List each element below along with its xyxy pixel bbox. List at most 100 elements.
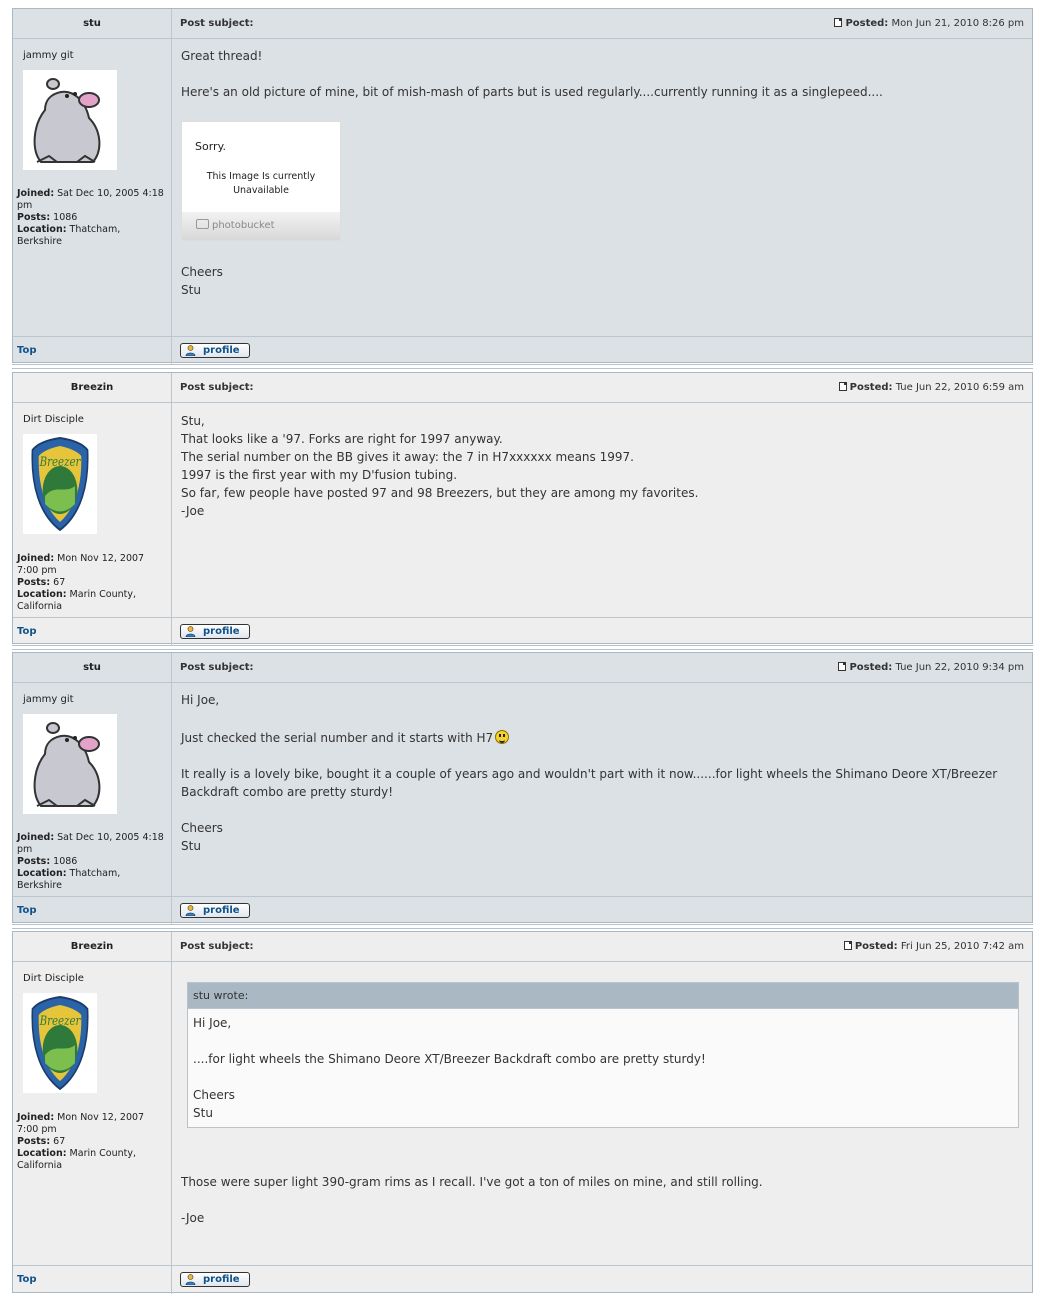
user-rank: Dirt Disciple [23,973,84,984]
post-date: Posted: Fri Jun 25, 2010 7:42 am [843,932,1024,962]
post-date: Posted: Tue Jun 22, 2010 6:59 am [838,373,1024,403]
joined-label: Joined: [17,553,55,564]
profile-info: Joined: Sat Dec 10, 2005 4:18 pm Posts: … [17,188,167,248]
joined-label: Joined: [17,1112,55,1123]
posted-date: Mon Jun 21, 2010 8:26 pm [891,18,1025,29]
profile-button[interactable]: profile [180,624,250,639]
posted-label: Posted: [849,662,893,673]
profile-button-label: profile [203,905,240,916]
top-link[interactable]: Top [17,1274,37,1285]
post-text: It really is a lovely bike, bought it a … [181,767,998,781]
post-body: Great thread! Here's an old picture of m… [181,47,1022,101]
profile-button[interactable]: profile [180,343,250,358]
footer-left: Top [13,897,172,925]
profile-info: Joined: Mon Nov 12, 2007 7:00 pm Posts: … [17,553,167,613]
quote-block: stu wrote: Hi Joe, ....for light wheels … [187,982,1019,1128]
footer-left: Top [13,337,172,365]
post-header: Breezin Post subject: Posted: Fri Jun 25… [13,932,1032,962]
posted-label: Posted: [849,382,893,393]
post-header: Breezin Post subject: Posted: Tue Jun 22… [13,373,1032,403]
post-text: So far, few people have posted 97 and 98… [181,486,699,500]
posted-date: Tue Jun 22, 2010 9:34 pm [895,662,1025,673]
top-link[interactable]: Top [17,626,37,637]
post-text: Stu, [181,414,205,428]
post-4: Breezin Post subject: Posted: Fri Jun 25… [12,931,1033,1294]
post-3: stu Post subject: Posted: Tue Jun 22, 20… [12,652,1033,925]
post-icon[interactable] [834,18,843,27]
top-link[interactable]: Top [17,905,37,916]
quote-text: Hi Joe, [193,1016,232,1030]
top-link[interactable]: Top [17,345,37,356]
posts-label: Posts: [17,856,51,867]
post-author[interactable]: Breezin [13,932,172,962]
quote-text: ....for light wheels the Shimano Deore X… [193,1052,706,1066]
profile-button[interactable]: profile [180,1272,250,1287]
profile-button[interactable]: profile [180,903,250,918]
post-body: Hi Joe, Just checked the serial number a… [181,691,1022,855]
profile-button-label: profile [203,1274,240,1285]
image-unavailable[interactable]: Sorry. This Image Is currently Unavailab… [181,121,341,241]
post-text: -Joe [181,504,205,518]
author-profile: Dirt Disciple Joined: Mon Nov 12, 2007 7… [13,403,172,617]
post-text: Stu [181,283,201,297]
post-count: 1086 [53,856,78,867]
post-icon[interactable] [838,382,847,391]
post-author[interactable]: Breezin [13,373,172,403]
author-profile: Dirt Disciple Joined: Mon Nov 12, 2007 7… [13,962,172,1266]
post-separator [12,364,1033,369]
post-2: Breezin Post subject: Posted: Tue Jun 22… [12,372,1033,646]
profile-info: Joined: Mon Nov 12, 2007 7:00 pm Posts: … [17,1112,167,1172]
footer-left: Top [13,1266,172,1294]
smiley-icon [495,730,510,744]
post-count: 1086 [53,212,78,223]
post-text: Stu [181,839,201,853]
post-text-line: Just checked the serial number and it st… [181,729,1022,747]
post-subject-label: Post subject: [180,662,254,673]
footer-left: Top [13,618,172,646]
location-label: Location: [17,1148,67,1159]
post-icon[interactable] [838,662,847,671]
post-text: That looks like a '97. Forks are right f… [181,432,503,446]
post-header: stu Post subject: Posted: Mon Jun 21, 20… [13,9,1032,39]
post-date: Posted: Mon Jun 21, 2010 8:26 pm [834,9,1024,39]
posted-date: Fri Jun 25, 2010 7:42 am [900,941,1024,952]
post-author[interactable]: stu [13,653,172,683]
user-rank: jammy git [23,694,74,705]
post-icon[interactable] [843,941,852,950]
location-label: Location: [17,589,67,600]
posts-label: Posts: [17,1136,51,1147]
post-text: Those were super light 390-gram rims as … [181,1175,763,1189]
post-text: Hi Joe, [181,693,220,707]
posted-label: Posted: [854,941,898,952]
camera-icon [196,219,209,229]
photobucket-brand: photobucket [212,220,275,231]
posts-label: Posts: [17,212,51,223]
post-body-closing: Cheers Stu [181,263,1022,299]
image-message-line: This Image Is currently [206,171,316,182]
image-message-line: Unavailable [233,185,289,196]
avatar [23,714,117,814]
post-count: 67 [53,1136,66,1147]
quote-body: Hi Joe, ....for light wheels the Shimano… [188,1009,1018,1127]
joined-label: Joined: [17,832,55,843]
photobucket-bar: photobucket [182,212,340,240]
author-profile: jammy git Joined: Sat Dec 10, 2005 4:18 … [13,683,172,896]
post-author[interactable]: stu [13,9,172,39]
post-footer: Top profile [13,336,1032,365]
quote-text: Stu [193,1106,213,1120]
post-footer: Top profile [13,1265,1032,1294]
post-separator [12,924,1033,929]
profile-icon [185,626,196,637]
post-1: stu Post subject: Posted: Mon Jun 21, 20… [12,8,1033,365]
post-date: Posted: Tue Jun 22, 2010 9:34 pm [838,653,1024,683]
post-subject-label: Post subject: [180,941,254,952]
avatar [23,993,97,1093]
image-message: This Image Is currently Unavailable [182,170,340,198]
post-text: 1997 is the first year with my D'fusion … [181,468,458,482]
post-text: -Joe [181,1211,205,1225]
post-count: 67 [53,577,66,588]
avatar [23,434,97,534]
avatar [23,70,117,170]
location-label: Location: [17,868,67,879]
post-text: Cheers [181,265,223,279]
